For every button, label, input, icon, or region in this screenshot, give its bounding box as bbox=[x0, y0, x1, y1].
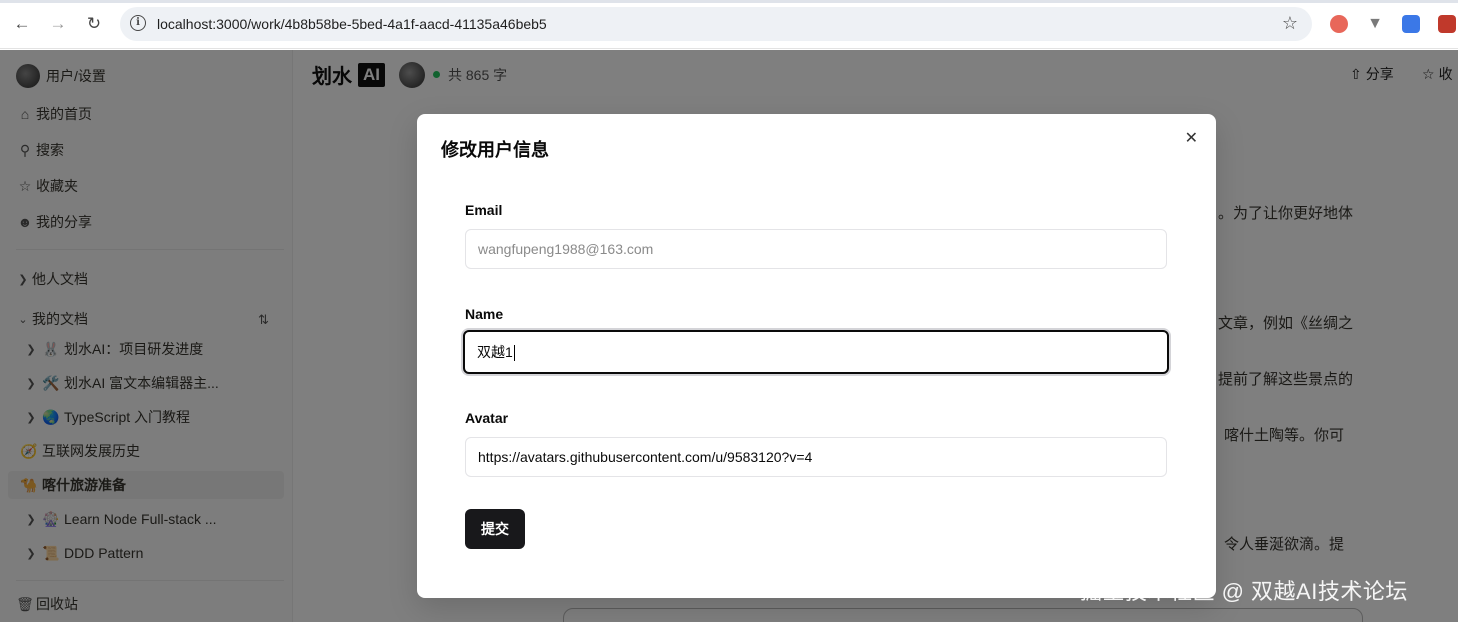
edit-user-dialog: 修改用户信息 ✕ Email wangfupeng1988@163.com Na… bbox=[417, 114, 1216, 598]
name-field-value: 双越1 bbox=[477, 344, 513, 360]
tab-strip-edge bbox=[0, 0, 1458, 3]
extension-icon-2[interactable]: ▼ bbox=[1366, 15, 1384, 33]
watermark: 掘金技术社区 @ 双越AI技术论坛 bbox=[1080, 579, 1408, 604]
submit-button[interactable]: 提交 bbox=[465, 509, 525, 549]
bookmark-star-icon[interactable]: ☆ bbox=[1282, 13, 1298, 34]
name-field[interactable]: 双越1 bbox=[463, 330, 1169, 374]
back-icon[interactable]: ← bbox=[12, 14, 32, 34]
translate-extension-icon[interactable] bbox=[1402, 15, 1420, 33]
email-label: Email bbox=[465, 202, 503, 218]
url-text[interactable]: localhost:3000/work/4b8b58be-5bed-4a1f-a… bbox=[157, 16, 547, 32]
email-field[interactable]: wangfupeng1988@163.com bbox=[465, 229, 1167, 269]
name-label: Name bbox=[465, 306, 504, 322]
text-caret bbox=[513, 345, 515, 362]
forward-icon[interactable]: → bbox=[48, 14, 68, 34]
avatar-label: Avatar bbox=[465, 410, 509, 426]
reload-icon[interactable]: ↻ bbox=[84, 14, 104, 34]
close-icon[interactable]: ✕ bbox=[1185, 128, 1198, 148]
extension-icon-1[interactable] bbox=[1330, 15, 1348, 33]
dialog-title: 修改用户信息 bbox=[441, 140, 549, 160]
address-bar[interactable]: i localhost:3000/work/4b8b58be-5bed-4a1f… bbox=[120, 7, 1312, 41]
avatar-url-field[interactable]: https://avatars.githubusercontent.com/u/… bbox=[465, 437, 1167, 477]
info-icon[interactable]: i bbox=[130, 15, 146, 31]
extension-icon-4[interactable] bbox=[1438, 15, 1456, 33]
browser-toolbar: ← → ↻ i localhost:3000/work/4b8b58be-5be… bbox=[0, 0, 1458, 49]
